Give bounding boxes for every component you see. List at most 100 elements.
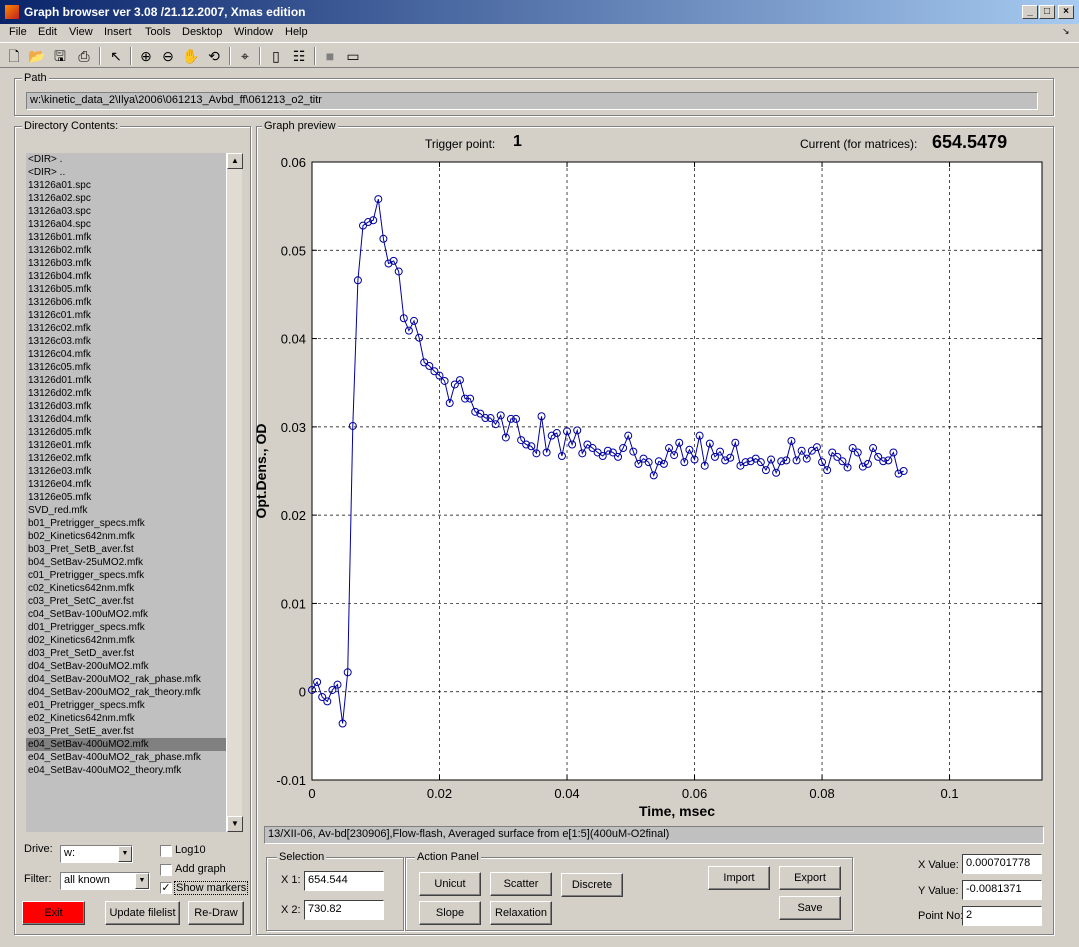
import-button[interactable]: Import <box>708 866 770 890</box>
zoom-out-icon[interactable]: ⊖ <box>158 46 178 66</box>
list-item[interactable]: 13126b04.mfk <box>26 270 226 283</box>
colorbar-icon[interactable]: ▯ <box>266 46 286 66</box>
list-item[interactable]: d04_SetBav-200uMO2_rak_theory.mfk <box>26 686 226 699</box>
menu-help[interactable]: Help <box>285 26 308 38</box>
save-button[interactable]: Save <box>779 896 841 920</box>
list-item[interactable]: 13126b02.mfk <box>26 244 226 257</box>
list-item[interactable]: <DIR> . <box>26 153 226 166</box>
list-item[interactable]: 13126c01.mfk <box>26 309 226 322</box>
list-item[interactable]: d02_Kinetics642nm.mfk <box>26 634 226 647</box>
update-filelist-button[interactable]: Update filelist <box>105 901 180 925</box>
open-folder-icon[interactable]: 📂 <box>27 46 47 66</box>
list-item[interactable]: 13126c04.mfk <box>26 348 226 361</box>
list-item[interactable]: 13126a01.spc <box>26 179 226 192</box>
list-item[interactable]: 13126d05.mfk <box>26 426 226 439</box>
menu-edit[interactable]: Edit <box>38 26 57 38</box>
print-icon[interactable]: ⎙ <box>74 46 94 66</box>
list-item[interactable]: d01_Pretrigger_specs.mfk <box>26 621 226 634</box>
unicut-button[interactable]: Unicut <box>419 872 481 896</box>
chevron-down-icon[interactable]: ▼ <box>135 873 149 889</box>
list-item[interactable]: 13126e05.mfk <box>26 491 226 504</box>
list-item[interactable]: 13126b06.mfk <box>26 296 226 309</box>
chevron-down-icon[interactable]: ▼ <box>118 846 132 862</box>
list-item[interactable]: 13126b01.mfk <box>26 231 226 244</box>
list-item[interactable]: 13126e03.mfk <box>26 465 226 478</box>
list-item[interactable]: 13126a04.spc <box>26 218 226 231</box>
list-item[interactable]: 13126a03.spc <box>26 205 226 218</box>
scatter-button[interactable]: Scatter <box>490 872 552 896</box>
menu-tools[interactable]: Tools <box>145 26 171 38</box>
pointno-field[interactable]: 2 <box>962 906 1042 926</box>
list-item[interactable]: 13126d02.mfk <box>26 387 226 400</box>
file-list-scrollbar[interactable]: ▲ ▼ <box>226 153 243 832</box>
relaxation-button[interactable]: Relaxation <box>490 901 552 925</box>
list-item[interactable]: c02_Kinetics642nm.mfk <box>26 582 226 595</box>
menu-window[interactable]: Window <box>234 26 273 38</box>
legend-icon[interactable]: ☷ <box>289 46 309 66</box>
list-item[interactable]: <DIR> .. <box>26 166 226 179</box>
slope-button[interactable]: Slope <box>419 901 481 925</box>
menu-desktop[interactable]: Desktop <box>182 26 222 38</box>
x1-input[interactable]: 654.544 <box>304 871 384 891</box>
list-item[interactable]: c03_Pret_SetC_aver.fst <box>26 595 226 608</box>
export-button[interactable]: Export <box>779 866 841 890</box>
addgraph-checkbox[interactable] <box>160 864 172 876</box>
list-item[interactable]: e04_SetBav-400uMO2_rak_phase.mfk <box>26 751 226 764</box>
menu-file[interactable]: File <box>9 26 27 38</box>
list-item[interactable]: b01_Pretrigger_specs.mfk <box>26 517 226 530</box>
list-item[interactable]: 13126c03.mfk <box>26 335 226 348</box>
rotate-3d-icon[interactable]: ⟲ <box>204 46 224 66</box>
log10-checkbox[interactable] <box>160 845 172 857</box>
list-item[interactable]: b03_Pret_SetB_aver.fst <box>26 543 226 556</box>
list-item[interactable]: e01_Pretrigger_specs.mfk <box>26 699 226 712</box>
new-file-icon[interactable]: 🗋 <box>4 46 24 66</box>
hide-plot-tools-icon[interactable]: ■ <box>320 46 340 66</box>
list-item[interactable]: 13126d04.mfk <box>26 413 226 426</box>
show-plot-tools-icon[interactable]: ▭ <box>343 46 363 66</box>
list-item[interactable]: 13126e01.mfk <box>26 439 226 452</box>
list-item[interactable]: 13126c05.mfk <box>26 361 226 374</box>
list-item[interactable]: 13126e02.mfk <box>26 452 226 465</box>
list-item[interactable]: d03_Pret_SetD_aver.fst <box>26 647 226 660</box>
list-item[interactable]: c04_SetBav-100uMO2.mfk <box>26 608 226 621</box>
pan-hand-icon[interactable]: ✋ <box>181 46 201 66</box>
data-cursor-icon[interactable]: ⌖ <box>235 46 255 66</box>
scroll-down-icon[interactable]: ▼ <box>227 816 243 832</box>
list-item[interactable]: e04_SetBav-400uMO2_theory.mfk <box>26 764 226 777</box>
path-field[interactable]: w:\kinetic_data_2\Ilya\2006\061213_Avbd_… <box>26 92 1038 110</box>
list-item[interactable]: 13126c02.mfk <box>26 322 226 335</box>
exit-button[interactable]: Exit <box>22 901 85 925</box>
list-item[interactable]: 13126e04.mfk <box>26 478 226 491</box>
list-item[interactable]: b04_SetBav-25uMO2.mfk <box>26 556 226 569</box>
list-item[interactable]: e04_SetBav-400uMO2.mfk <box>26 738 226 751</box>
showmarkers-checkbox[interactable]: ✓ <box>160 882 172 894</box>
list-item[interactable]: d04_SetBav-200uMO2_rak_phase.mfk <box>26 673 226 686</box>
file-list[interactable]: <DIR> . <DIR> .. 13126a01.spc 13126a02.spc 1… <box>26 153 226 832</box>
save-disk-icon[interactable]: 🖫 <box>50 46 70 66</box>
redraw-button[interactable]: Re-Draw <box>188 901 244 925</box>
zoom-in-icon[interactable]: ⊕ <box>136 46 156 66</box>
list-item[interactable]: 13126a02.spc <box>26 192 226 205</box>
pointer-arrow-icon[interactable]: ↖ <box>106 46 126 66</box>
maximize-button[interactable]: □ <box>1039 5 1055 19</box>
minimize-button[interactable]: _ <box>1022 5 1038 19</box>
graph-chart[interactable]: 0 0.02 0.04 0.06 0.08 0.1-0.0100.010.020.030.… <box>256 150 1054 830</box>
menu-view[interactable]: View <box>69 26 93 38</box>
scroll-up-icon[interactable]: ▲ <box>227 153 243 169</box>
xvalue-field[interactable]: 0.000701778 <box>962 854 1042 874</box>
close-button[interactable]: × <box>1058 5 1074 19</box>
list-item[interactable]: e02_Kinetics642nm.mfk <box>26 712 226 725</box>
list-item[interactable]: 13126b05.mfk <box>26 283 226 296</box>
discrete-button[interactable]: Discrete <box>561 873 623 897</box>
list-item[interactable]: 13126b03.mfk <box>26 257 226 270</box>
list-item[interactable]: b02_Kinetics642nm.mfk <box>26 530 226 543</box>
list-item[interactable]: e03_Pret_SetE_aver.fst <box>26 725 226 738</box>
list-item[interactable]: 13126d01.mfk <box>26 374 226 387</box>
list-item[interactable]: 13126d03.mfk <box>26 400 226 413</box>
menu-dock-arrow-icon[interactable]: ↘ <box>1062 26 1070 37</box>
list-item[interactable]: SVD_red.mfk <box>26 504 226 517</box>
menu-insert[interactable]: Insert <box>104 26 132 38</box>
yvalue-field[interactable]: -0.0081371 <box>962 880 1042 900</box>
x2-input[interactable]: 730.82 <box>304 900 384 920</box>
list-item[interactable]: d04_SetBav-200uMO2.mfk <box>26 660 226 673</box>
